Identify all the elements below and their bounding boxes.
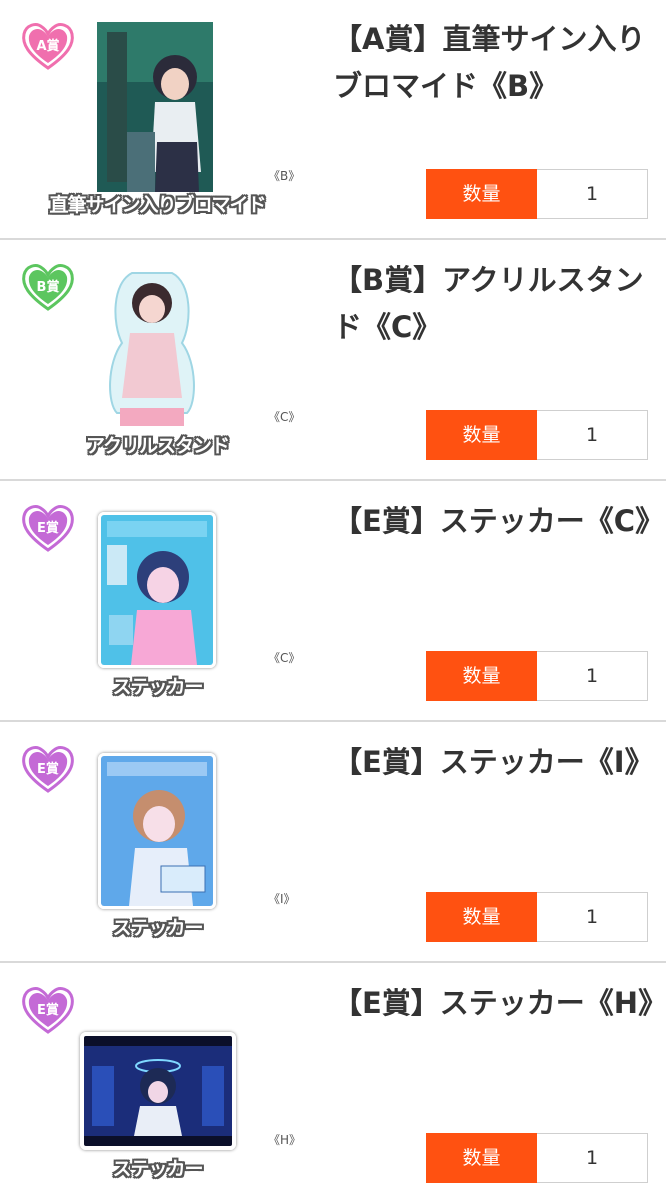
quantity-input[interactable]: 1 xyxy=(537,892,648,942)
product-thumbnail[interactable]: ステッカー xyxy=(40,741,275,941)
bromide-image xyxy=(97,22,213,192)
divider xyxy=(0,961,666,963)
product-thumbnail[interactable]: ステッカー xyxy=(40,982,275,1182)
product-thumbnail[interactable]: ステッカー xyxy=(40,500,275,700)
thumbnail-caption: 直筆サイン入りブロマイド xyxy=(49,194,266,216)
quantity-control: 数量 1 xyxy=(426,169,648,219)
thumbnail-caption: ステッカー xyxy=(112,917,203,939)
quantity-input[interactable]: 1 xyxy=(537,410,648,460)
divider xyxy=(0,238,666,240)
product-thumbnail[interactable]: アクリルスタンド xyxy=(40,259,275,459)
product-thumbnail[interactable]: 直筆サイン入りブロマイド xyxy=(40,18,275,218)
prize-item: E賞 ステッカー 《C》 【E賞】ステッカー《C》 数量 1 xyxy=(0,482,666,722)
thumbnail-caption: ステッカー xyxy=(112,1158,203,1180)
sticker-image xyxy=(98,753,216,909)
product-title[interactable]: 【E賞】ステッカー《I》 xyxy=(333,739,654,786)
prize-item: E賞 ステッカー 《H》 【E賞】ステッカー《H》 数量 1 xyxy=(0,964,666,1204)
quantity-input[interactable]: 1 xyxy=(537,1133,648,1183)
quantity-button[interactable]: 数量 xyxy=(426,1133,537,1183)
acrylic-stand-image xyxy=(102,263,202,433)
variant-label: 《B》 xyxy=(268,169,301,183)
quantity-button[interactable]: 数量 xyxy=(426,892,537,942)
sticker-image xyxy=(98,512,216,668)
thumbnail-caption: アクリルスタンド xyxy=(85,435,230,457)
product-title[interactable]: 【A賞】直筆サイン入りブロマイド《B》 xyxy=(333,16,653,110)
prize-list: A賞 直筆サイン入りブロマイド 《B》 【A賞】直筆サイン入りブロマイド《B》 xyxy=(0,0,666,1200)
quantity-control: 数量 1 xyxy=(426,1133,648,1183)
divider xyxy=(0,479,666,481)
divider xyxy=(0,720,666,722)
quantity-button[interactable]: 数量 xyxy=(426,169,537,219)
prize-item: E賞 ステッカー 《I》 【E賞】ステッカー《I》 数量 1 xyxy=(0,723,666,963)
quantity-control: 数量 1 xyxy=(426,651,648,701)
variant-label: 《I》 xyxy=(268,892,296,906)
quantity-input[interactable]: 1 xyxy=(537,169,648,219)
thumbnail-caption: ステッカー xyxy=(112,676,203,698)
prize-item: B賞 アクリルスタンド 《C》 【B賞】アクリルスタンド《C》 数量 1 xyxy=(0,241,666,481)
variant-label: 《C》 xyxy=(268,651,301,665)
quantity-button[interactable]: 数量 xyxy=(426,410,537,460)
quantity-button[interactable]: 数量 xyxy=(426,651,537,701)
product-title[interactable]: 【E賞】ステッカー《H》 xyxy=(333,980,666,1027)
quantity-control: 数量 1 xyxy=(426,892,648,942)
variant-label: 《C》 xyxy=(268,410,301,424)
quantity-input[interactable]: 1 xyxy=(537,651,648,701)
sticker-image xyxy=(80,1032,236,1150)
variant-label: 《H》 xyxy=(268,1133,302,1147)
quantity-control: 数量 1 xyxy=(426,410,648,460)
product-title[interactable]: 【B賞】アクリルスタンド《C》 xyxy=(333,257,653,351)
product-title[interactable]: 【E賞】ステッカー《C》 xyxy=(333,498,664,545)
prize-item: A賞 直筆サイン入りブロマイド 《B》 【A賞】直筆サイン入りブロマイド《B》 xyxy=(0,0,666,240)
